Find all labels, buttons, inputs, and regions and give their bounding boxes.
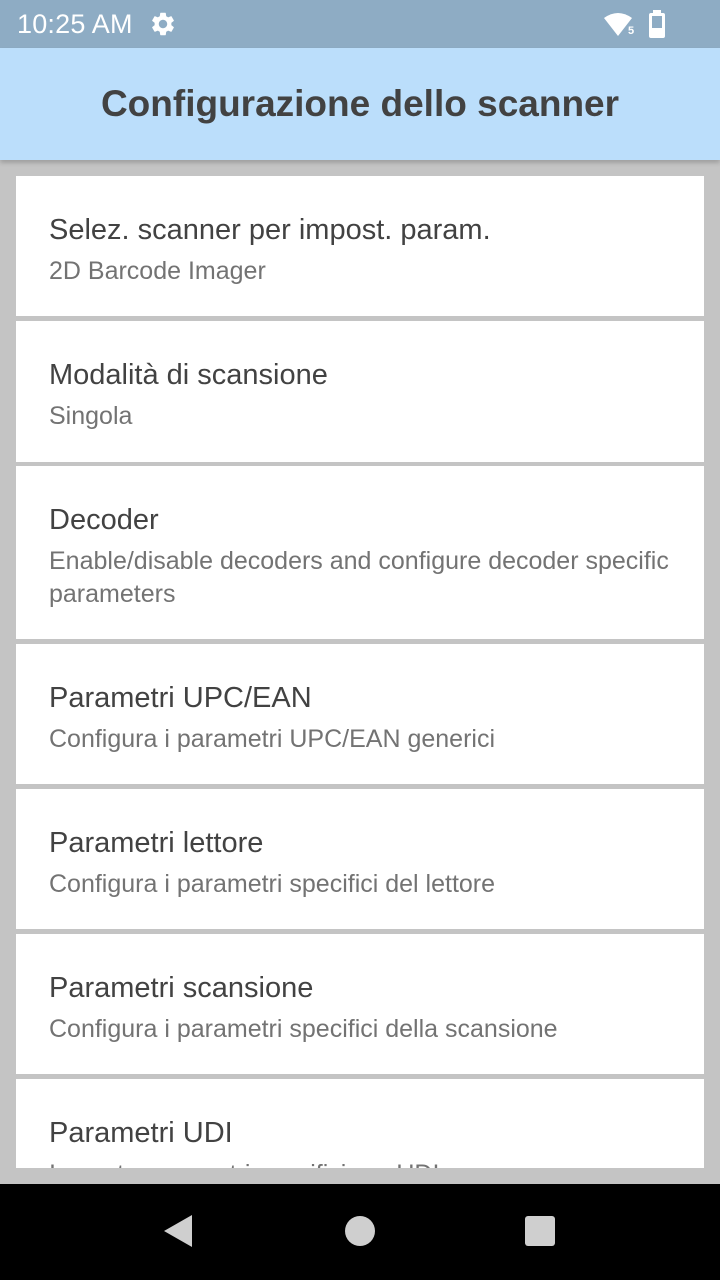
pref-decoder[interactable]: Decoder Enable/disable decoders and conf… (16, 466, 704, 639)
pref-title: Selez. scanner per impost. param. (49, 214, 491, 246)
home-icon[interactable] (345, 1216, 375, 1246)
list-bottom-padding (0, 1168, 720, 1184)
status-time: 10:25 AM (17, 9, 133, 39)
pref-scan-params[interactable]: Parametri scansione Configura i parametr… (16, 934, 704, 1074)
pref-summary: Imposta parametri specifici per UDI (49, 1158, 679, 1168)
pref-scan-mode[interactable]: Modalità di scansione Singola (16, 321, 704, 462)
svg-text:5: 5 (628, 25, 634, 37)
battery-icon (647, 9, 667, 39)
app-bar: Configurazione dello scanner (0, 48, 720, 160)
pref-title: Parametri UDI (49, 1117, 233, 1149)
pref-summary: Singola (49, 402, 133, 430)
pref-reader[interactable]: Parametri lettore Configura i parametri … (16, 789, 704, 929)
pref-title: Modalità di scansione (49, 359, 328, 391)
page-title: Configurazione dello scanner (100, 83, 620, 124)
wifi-icon: 5 (603, 11, 639, 39)
pref-summary: Configura i parametri specifici del lett… (49, 870, 496, 898)
back-icon[interactable] (162, 1214, 194, 1248)
gear-icon (149, 10, 177, 38)
pref-summary: Enable/disable decoders and configure de… (49, 547, 669, 608)
recents-icon[interactable] (525, 1216, 555, 1246)
pref-select-scanner[interactable]: Selez. scanner per impost. param. 2D Bar… (16, 176, 704, 316)
pref-title: Decoder (49, 504, 159, 536)
preference-list[interactable]: Selez. scanner per impost. param. 2D Bar… (0, 160, 720, 1168)
pref-udi[interactable]: Parametri UDI Imposta parametri specific… (16, 1079, 704, 1168)
pref-summary: Configura i parametri specifici della sc… (49, 1015, 558, 1043)
status-bar: 10:25 AM 5 (0, 0, 720, 48)
pref-upc-ean[interactable]: Parametri UPC/EAN Configura i parametri … (16, 644, 704, 784)
pref-title: Parametri lettore (49, 827, 264, 859)
pref-title: Parametri scansione (49, 972, 314, 1004)
pref-summary: Configura i parametri UPC/EAN generici (49, 725, 496, 753)
pref-title: Parametri UPC/EAN (49, 682, 312, 714)
pref-summary: 2D Barcode Imager (49, 257, 266, 285)
